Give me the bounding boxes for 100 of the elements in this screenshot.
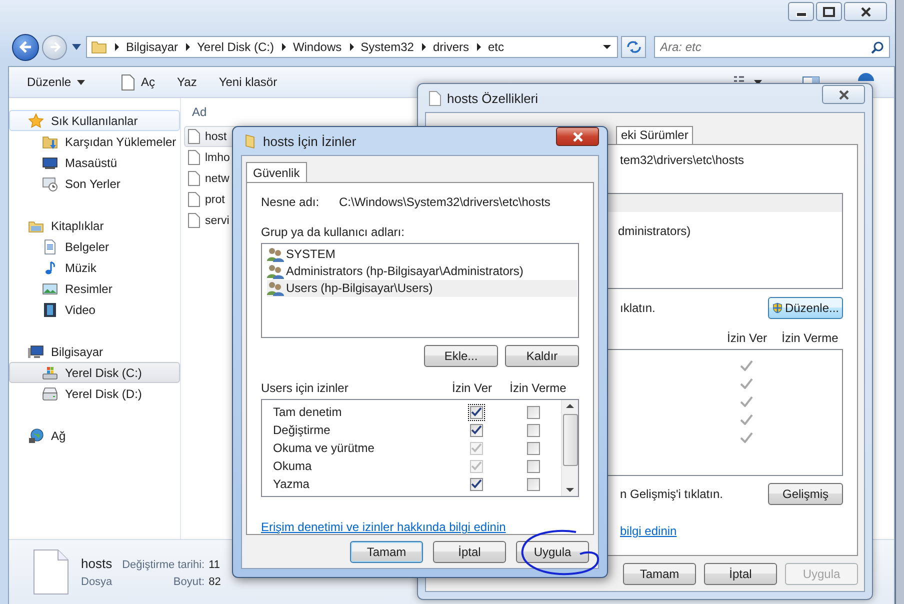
breadcrumb-item[interactable]: Windows <box>292 40 342 54</box>
file-type: Dosya <box>81 576 114 588</box>
permission-name: Tam denetim <box>272 405 343 420</box>
breadcrumb-item[interactable]: Bilgisayar <box>126 40 178 54</box>
sidebar-item[interactable]: Masaüstü <box>9 152 180 173</box>
field-label: Nesne adı: <box>261 195 320 211</box>
checkbox[interactable] <box>468 404 484 421</box>
film-icon <box>42 302 58 318</box>
help-link[interactable]: Erişim denetimi ve izinler hakkında bilgi edinin <box>261 520 506 534</box>
permission-name: Okuma <box>272 459 313 474</box>
refresh-button[interactable] <box>621 36 646 58</box>
edit-button[interactable]: Düzenle... <box>768 297 843 319</box>
object-path: C:\Windows\System32\drivers\etc\hosts <box>339 195 550 211</box>
close-icon <box>860 6 872 16</box>
dialog-button[interactable]: Tamam <box>623 562 696 584</box>
breadcrumb-item[interactable]: System32 <box>360 40 414 54</box>
permission-name: Yazma <box>272 477 310 492</box>
dialog-button[interactable]: Tamam <box>350 540 423 562</box>
sidebar-item[interactable]: Sık Kullanılanlar <box>9 110 180 131</box>
breadcrumb-item[interactable]: etc <box>488 40 504 54</box>
dialog-button[interactable]: Ekle... <box>424 345 498 368</box>
breadcrumb-arrow-icon[interactable] <box>422 43 426 51</box>
dialog-button[interactable]: Uygula <box>516 540 589 562</box>
sidebar-item[interactable]: Karşıdan Yüklemeler <box>9 131 180 152</box>
download-folder-icon <box>42 134 58 150</box>
users-icon <box>267 264 284 279</box>
field-label: Users için izinler <box>261 381 350 396</box>
maximize-button[interactable] <box>816 2 842 21</box>
dialog-button[interactable]: İptal <box>433 540 506 562</box>
breadcrumb-arrow-icon[interactable] <box>115 43 119 51</box>
sidebar-item[interactable]: Video <box>9 299 180 320</box>
checkbox[interactable] <box>468 476 484 493</box>
checkbox[interactable] <box>525 422 542 439</box>
dialog-button[interactable]: İptal <box>704 562 777 584</box>
column-header: İzin Verme <box>780 331 840 347</box>
document-icon <box>188 213 200 228</box>
computer-icon <box>28 344 44 360</box>
document-icon <box>121 74 136 90</box>
document-icon <box>33 549 69 595</box>
minimize-button[interactable] <box>788 2 814 21</box>
close-button[interactable] <box>844 2 887 21</box>
address-bar[interactable]: Bilgisayar Yerel Disk (C:) Windows System32 drivers etc <box>86 36 618 58</box>
checkbox[interactable] <box>525 476 542 493</box>
sidebar-item[interactable]: Müzik <box>9 257 180 278</box>
dropdown-arrow-icon[interactable] <box>603 45 611 49</box>
group-list[interactable]: SYSTEM Administrators (hp-Bilgisayar\Administrators) Users (hp-Bilgisayar\Users) <box>261 242 579 338</box>
advanced-button[interactable]: Gelişmiş <box>768 483 843 505</box>
object-path: tem32\drivers\etc\hosts <box>620 153 746 169</box>
sidebar-item[interactable]: Resimler <box>9 278 180 299</box>
close-icon <box>838 90 850 100</box>
drive-icon <box>42 386 58 402</box>
toolbar-button[interactable]: Aç <box>113 70 166 94</box>
search-icon <box>871 41 884 54</box>
sidebar-item[interactable]: Yerel Disk (D:) <box>9 383 180 404</box>
sidebar-item[interactable]: Kitaplıklar <box>9 215 180 236</box>
menu-button[interactable]: Düzenle <box>27 70 96 94</box>
checkmark-icon <box>470 443 482 454</box>
sidebar-item[interactable]: Belgeler <box>9 236 180 257</box>
document-icon <box>188 129 200 144</box>
breadcrumb-arrow-icon[interactable] <box>186 43 190 51</box>
globe-icon <box>28 428 44 444</box>
sidebar-item[interactable]: Yerel Disk (C:) <box>9 362 180 383</box>
permission-name: Okuma ve yürütme <box>272 441 376 456</box>
tab[interactable]: Güvenlik <box>246 162 307 182</box>
minimize-icon <box>796 12 806 17</box>
checkbox[interactable] <box>525 458 542 475</box>
list-item[interactable]: Users (hp-Bilgisayar\Users) <box>267 280 577 297</box>
dialog-button[interactable]: Kaldır <box>505 345 579 368</box>
detail-value: 11 <box>208 559 221 571</box>
dropdown-arrow-icon[interactable] <box>72 44 81 50</box>
refresh-icon <box>626 40 642 54</box>
field-label: Grup ya da kullanıcı adları: <box>261 224 406 241</box>
toolbar-button[interactable]: Yeni klasör <box>210 70 288 94</box>
caret-icon <box>77 80 86 84</box>
breadcrumb-arrow-icon[interactable] <box>477 43 481 51</box>
checkbox[interactable] <box>525 440 542 457</box>
help-link[interactable]: bilgi edinin <box>620 524 677 538</box>
sidebar-item[interactable]: Son Yerler <box>9 173 180 194</box>
breadcrumb-arrow-icon[interactable] <box>350 43 354 51</box>
checkbox[interactable] <box>525 404 542 421</box>
sidebar-item[interactable]: Ağ <box>9 425 180 446</box>
breadcrumb-arrow-icon[interactable] <box>282 43 286 51</box>
breadcrumb-item[interactable]: Yerel Disk (C:) <box>197 40 274 54</box>
back-button[interactable] <box>12 34 39 60</box>
checkbox[interactable] <box>468 422 484 439</box>
checkmark-icon <box>470 479 482 490</box>
users-icon <box>267 246 284 262</box>
tab[interactable]: eki Sürümler <box>616 126 694 144</box>
window-title: hosts İçin İzinler <box>263 134 356 148</box>
column-header: İzin Ver <box>726 331 768 347</box>
folder-icon <box>91 39 107 55</box>
close-icon <box>572 132 584 142</box>
star-icon <box>28 112 44 128</box>
clock-icon <box>42 176 58 192</box>
breadcrumb-item[interactable]: drivers <box>432 40 469 54</box>
window-title: hosts Özellikleri <box>447 90 538 106</box>
toolbar-button[interactable]: Yaz <box>169 70 207 94</box>
sidebar-item[interactable]: Bilgisayar <box>9 341 180 362</box>
close-button[interactable] <box>556 127 599 146</box>
scrollbar[interactable] <box>561 400 578 496</box>
